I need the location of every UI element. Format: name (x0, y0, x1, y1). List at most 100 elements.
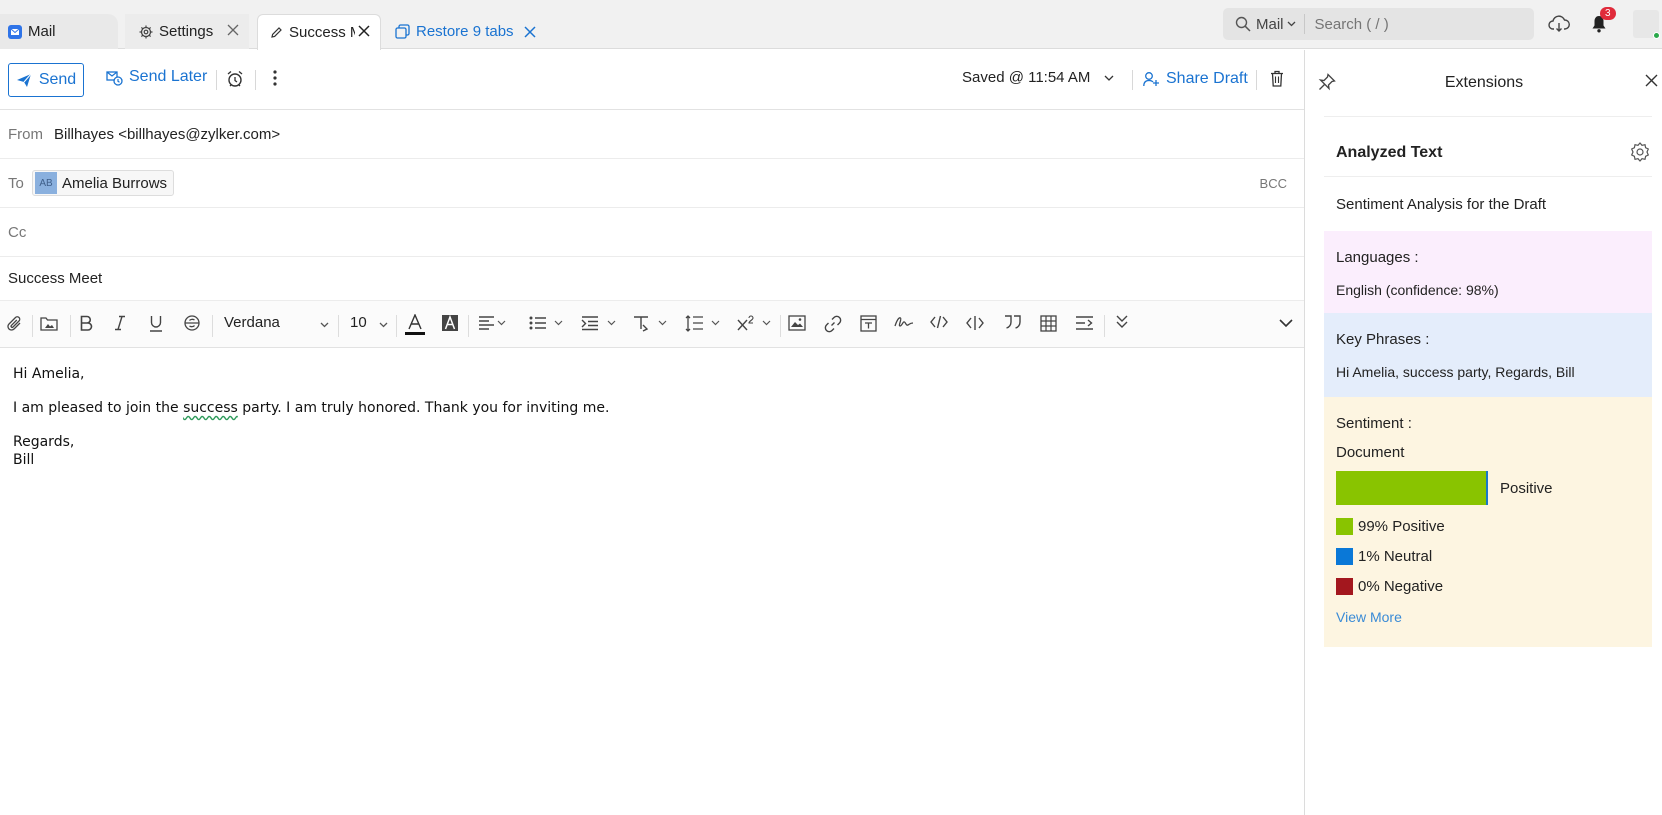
toolbar-divider (255, 70, 256, 90)
body-text-end: party. I am truly honored. Thank you for… (237, 400, 610, 416)
search-icon (1235, 16, 1251, 32)
analyzed-text-card: Analyzed Text Sentiment Analysis for the… (1324, 116, 1652, 647)
key-phrases-section: Key Phrases : Hi Amelia, success party, … (1324, 313, 1652, 397)
insert-from-cloud-icon[interactable] (40, 315, 58, 331)
sentiment-bar-fill (1336, 471, 1487, 505)
sentiment-bar-edge (1486, 471, 1488, 505)
underline-icon[interactable] (149, 315, 163, 332)
user-avatar[interactable] (1633, 10, 1660, 39)
legend-swatch (1336, 578, 1353, 595)
italic-icon[interactable] (114, 315, 126, 331)
chevron-down-icon[interactable] (379, 322, 388, 328)
legend-swatch (1336, 548, 1353, 565)
add-person-icon (1143, 71, 1160, 87)
languages-label: Languages : (1336, 249, 1419, 266)
tab-settings-label: Settings (159, 23, 214, 40)
chevron-down-icon[interactable] (320, 322, 329, 328)
spellcheck-word[interactable]: success (183, 400, 238, 416)
languages-value: English (confidence: 98%) (1336, 282, 1499, 298)
more-format-icon[interactable] (1116, 315, 1128, 329)
cloud-sync-icon[interactable] (1548, 14, 1570, 34)
strikethrough-icon[interactable] (184, 315, 200, 331)
recipient-chip[interactable]: AB Amelia Burrows (32, 170, 175, 196)
pin-icon[interactable] (1318, 73, 1336, 91)
superscript-icon[interactable] (737, 315, 773, 331)
sentiment-bar (1336, 471, 1488, 505)
cc-row[interactable]: Cc (0, 208, 1304, 257)
search-bar[interactable]: Mail (1223, 8, 1534, 40)
send-later-button[interactable]: Send Later (106, 68, 207, 86)
body-closing: Regards, (13, 434, 75, 450)
search-scope-label: Mail (1256, 15, 1284, 33)
saved-status-label: Saved @ 11:54 AM (962, 69, 1091, 86)
line-spacing-icon[interactable] (685, 315, 721, 332)
tab-settings[interactable]: Settings (125, 14, 249, 49)
send-label: Send (38, 71, 77, 88)
insert-template-icon[interactable] (860, 315, 877, 332)
legend-neutral: 1% Neutral (1336, 548, 1640, 565)
text-color-icon[interactable] (405, 314, 425, 336)
indent-icon[interactable] (581, 315, 617, 331)
languages-section: Languages : English (confidence: 98%) (1324, 231, 1652, 313)
alarm-clock-icon[interactable] (226, 70, 244, 88)
body-greeting: Hi Amelia, (13, 366, 85, 382)
toolbar-divider (468, 315, 469, 337)
from-address[interactable]: Billhayes <billhayes@zylker.com> (54, 126, 280, 143)
attachment-icon[interactable] (7, 315, 23, 333)
close-icon[interactable] (524, 25, 536, 38)
close-icon[interactable] (227, 24, 239, 36)
key-phrases-label: Key Phrases : (1336, 331, 1430, 348)
pencil-icon (270, 26, 283, 39)
text-direction-icon[interactable] (633, 315, 669, 332)
message-body[interactable]: Hi Amelia, I am pleased to join the succ… (0, 348, 1304, 486)
legend-label: 1% Neutral (1358, 548, 1433, 565)
subject-row[interactable]: Success Meet (0, 257, 1304, 301)
toolbar-divider (1132, 70, 1133, 90)
view-more-link[interactable]: View More (1336, 609, 1640, 625)
quote-icon[interactable] (1004, 315, 1022, 329)
font-family-select[interactable]: Verdana (224, 314, 280, 331)
more-options-icon[interactable] (273, 70, 277, 86)
source-code-icon[interactable] (966, 315, 984, 331)
share-draft-button[interactable]: Share Draft (1143, 70, 1248, 88)
extensions-panel: Extensions Analyzed Text Sentiment Analy… (1306, 50, 1662, 815)
mail-app-icon (8, 24, 22, 39)
restore-tabs-button[interactable]: Restore 9 tabs (395, 14, 536, 49)
toolbar-divider (396, 315, 397, 337)
subject-field[interactable]: Success Meet (0, 270, 102, 287)
font-size-select[interactable]: 10 (350, 314, 367, 331)
trash-icon[interactable] (1270, 70, 1284, 87)
chevron-down-icon (1104, 75, 1114, 81)
tab-active-label: Success Meet (289, 24, 355, 41)
insert-table-icon[interactable] (1040, 315, 1057, 332)
online-status-dot (1653, 32, 1660, 39)
gear-icon[interactable] (1630, 142, 1650, 162)
insert-image-icon[interactable] (788, 315, 806, 331)
align-left-icon[interactable] (478, 315, 506, 331)
sentiment-scope: Document (1336, 444, 1405, 461)
search-input[interactable] (1314, 15, 1495, 33)
body-text-start: I am pleased to join the (13, 400, 184, 416)
sentiment-bar-row: Positive (1336, 471, 1640, 505)
bcc-button[interactable]: BCC (1260, 176, 1287, 191)
analyzed-text-title: Analyzed Text (1336, 143, 1443, 161)
clear-format-icon[interactable] (1075, 315, 1094, 331)
chevron-down-icon (1287, 21, 1296, 27)
bulleted-list-icon[interactable] (529, 315, 563, 331)
toolbar-divider (338, 315, 339, 337)
insert-link-icon[interactable] (824, 315, 842, 333)
close-icon[interactable] (1645, 74, 1658, 87)
tab-mail[interactable]: Mail (0, 14, 118, 49)
bold-icon[interactable] (79, 315, 93, 331)
search-scope-dropdown[interactable]: Mail (1223, 14, 1305, 34)
tab-draft-success-meet[interactable]: Success Meet (257, 14, 381, 50)
tab-mail-label: Mail (28, 23, 56, 40)
close-icon[interactable] (358, 25, 370, 37)
send-button[interactable]: Send (8, 63, 84, 97)
toolbar-divider (1256, 70, 1257, 90)
highlight-color-icon[interactable] (442, 315, 458, 331)
saved-status-dropdown[interactable]: Saved @ 11:54 AM (962, 69, 1114, 86)
code-icon[interactable] (930, 315, 948, 329)
signature-icon[interactable] (894, 315, 914, 329)
collapse-toolbar-icon[interactable] (1279, 319, 1293, 328)
